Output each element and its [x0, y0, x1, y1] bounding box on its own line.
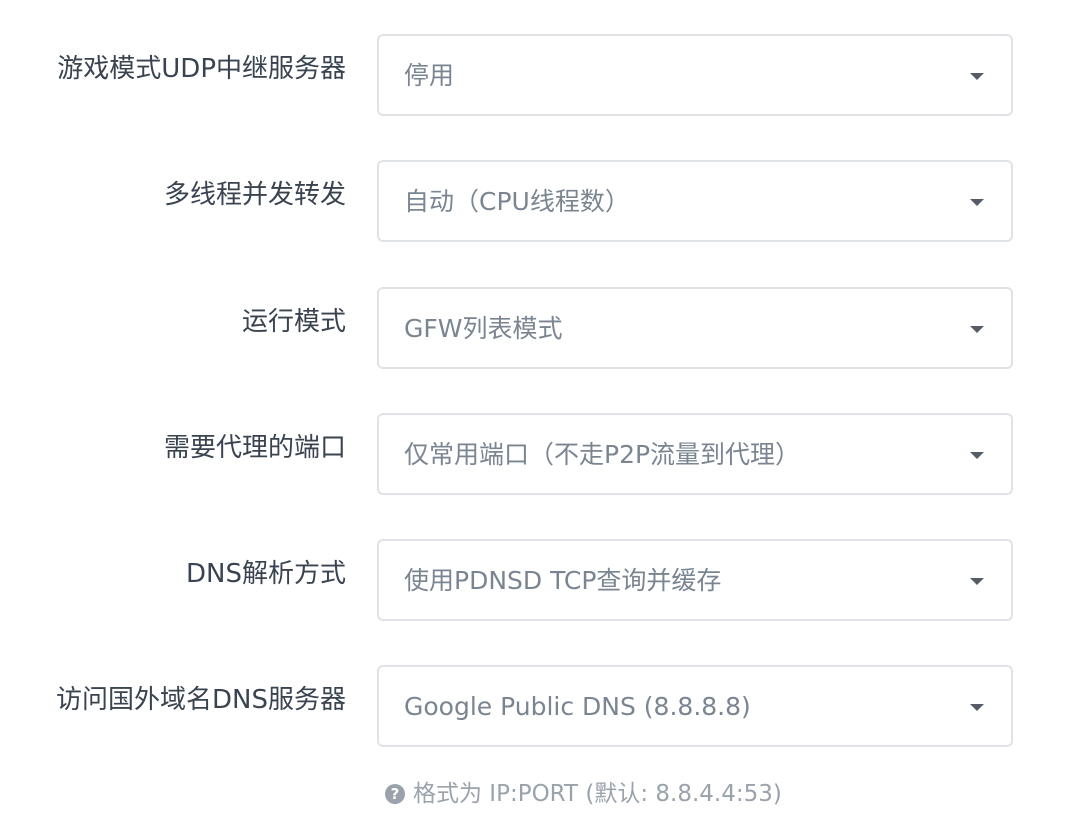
chevron-down-icon: [970, 199, 984, 206]
setting-row-foreign-dns: 访问国外域名DNS服务器 Google Public DNS (8.8.8.8): [0, 665, 1078, 751]
threads-label: 多线程并发转发: [163, 180, 346, 210]
proxy-ports-value: 仅常用端口（不走P2P流量到代理）: [404, 440, 801, 469]
udp-relay-label: 游戏模式UDP中继服务器: [57, 54, 346, 84]
foreign-dns-help: ? 格式为 IP:PORT (默认: 8.8.4.4:53): [385, 778, 782, 810]
chevron-down-icon: [970, 326, 984, 333]
dns-mode-value: 使用PDNSD TCP查询并缓存: [404, 566, 722, 595]
proxy-ports-label: 需要代理的端口: [163, 433, 346, 463]
udp-relay-value: 停用: [404, 61, 455, 90]
run-mode-label: 运行模式: [241, 307, 346, 337]
chevron-down-icon: [970, 704, 984, 711]
threads-select[interactable]: 自动（CPU线程数）: [377, 160, 1013, 242]
run-mode-value: GFW列表模式: [404, 314, 563, 343]
threads-value: 自动（CPU线程数）: [404, 187, 630, 216]
udp-relay-select[interactable]: 停用: [377, 34, 1013, 116]
chevron-down-icon: [970, 452, 984, 459]
chevron-down-icon: [970, 73, 984, 80]
run-mode-select[interactable]: GFW列表模式: [377, 287, 1013, 369]
proxy-ports-select[interactable]: 仅常用端口（不走P2P流量到代理）: [377, 413, 1013, 495]
setting-row-udp-relay: 游戏模式UDP中继服务器 停用: [0, 34, 1078, 120]
foreign-dns-help-text: 格式为 IP:PORT (默认: 8.8.4.4:53): [413, 781, 782, 807]
dns-mode-label: DNS解析方式: [186, 559, 346, 589]
setting-row-dns-mode: DNS解析方式 使用PDNSD TCP查询并缓存: [0, 539, 1078, 625]
setting-row-threads: 多线程并发转发 自动（CPU线程数）: [0, 160, 1078, 246]
setting-row-run-mode: 运行模式 GFW列表模式: [0, 287, 1078, 373]
chevron-down-icon: [970, 578, 984, 585]
setting-row-proxy-ports: 需要代理的端口 仅常用端口（不走P2P流量到代理）: [0, 413, 1078, 499]
dns-mode-select[interactable]: 使用PDNSD TCP查询并缓存: [377, 539, 1013, 621]
foreign-dns-label: 访问国外域名DNS服务器: [56, 685, 346, 715]
question-circle-icon: ?: [385, 784, 405, 804]
foreign-dns-select[interactable]: Google Public DNS (8.8.8.8): [377, 665, 1013, 747]
foreign-dns-value: Google Public DNS (8.8.8.8): [404, 692, 751, 721]
